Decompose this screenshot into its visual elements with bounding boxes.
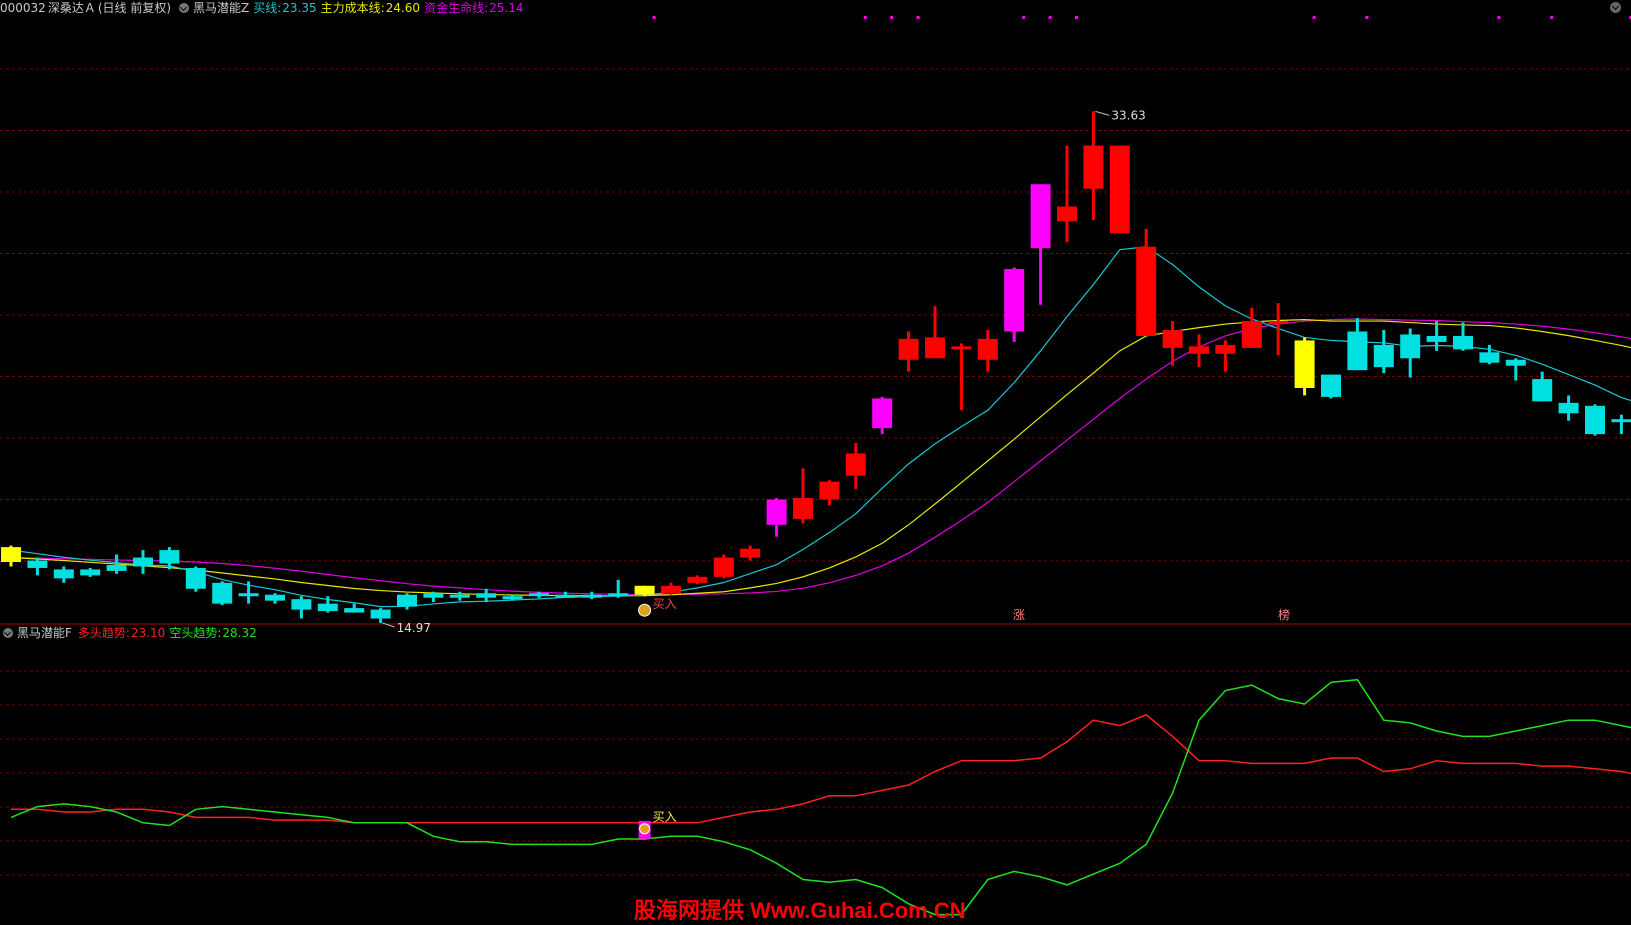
candle-body	[370, 609, 391, 619]
candle-body	[397, 594, 417, 607]
candle-body	[793, 498, 813, 519]
candle-body	[713, 557, 734, 577]
candle-body	[238, 593, 259, 597]
candle-body	[687, 576, 708, 583]
candle-body	[1136, 246, 1157, 336]
candle-body	[1479, 352, 1500, 363]
candle-body	[951, 346, 972, 350]
candle-body	[529, 593, 549, 597]
candle-body	[133, 557, 153, 567]
candle-body	[1585, 405, 1605, 435]
candle-body	[1162, 330, 1183, 348]
top-signal-dot	[916, 16, 920, 19]
candle-body	[1373, 344, 1394, 368]
stock-chart-window: 000032 深桑达Ａ (日线 前复权) 黑马潜能Z 买线: 23.35 主力成…	[0, 0, 1631, 925]
candle-body	[977, 338, 998, 360]
candle-body	[1057, 206, 1077, 222]
candle-body	[898, 338, 919, 360]
candle-body	[1453, 335, 1473, 350]
candle-body	[925, 337, 945, 359]
candle-body	[661, 585, 681, 594]
top-signal-dot	[1550, 16, 1554, 19]
candle-body	[1241, 321, 1262, 348]
candle-body	[344, 608, 365, 613]
top-signal-dot	[890, 16, 894, 19]
buy-line-series	[10, 246, 1631, 608]
candle-body	[1189, 346, 1209, 354]
top-signal-dot	[863, 16, 867, 19]
candle-body	[1426, 335, 1447, 342]
candle-body	[106, 564, 127, 571]
top-signal-dot	[1075, 16, 1078, 19]
candle-body	[502, 596, 523, 600]
low-price-label: 14.97	[397, 621, 431, 635]
top-signal-dot	[1497, 16, 1501, 19]
candle-body	[27, 560, 48, 568]
candle-body	[581, 594, 602, 598]
candle-body	[1215, 344, 1236, 354]
candle-body	[872, 398, 893, 429]
chart-canvas[interactable]: 33.6314.97买入涨 榜买入	[0, 0, 1631, 925]
candle-body	[449, 594, 470, 598]
candle-body	[212, 582, 233, 604]
top-signal-dot	[1022, 16, 1026, 19]
top-signal-dot	[1312, 16, 1316, 19]
candle-body	[1004, 269, 1025, 332]
money-bag-icon	[639, 823, 651, 835]
candle-body	[819, 481, 840, 500]
candle-body	[845, 453, 866, 476]
candle-body	[1347, 331, 1368, 371]
high-price-label: 33.63	[1111, 108, 1145, 122]
candle-body	[1321, 374, 1341, 397]
sub-buy-signal-label: 买入	[653, 810, 677, 824]
candle-body	[634, 585, 655, 595]
candle-body	[1083, 145, 1104, 189]
candle-body	[80, 569, 101, 576]
candle-body	[555, 594, 576, 598]
money-bag-icon	[638, 603, 652, 617]
candle-body	[291, 599, 312, 610]
candle-body	[317, 603, 338, 612]
candle-body	[1505, 359, 1526, 366]
candle-body	[265, 594, 285, 601]
candle-body	[159, 550, 180, 564]
candle-body	[1030, 184, 1051, 249]
high-label-pointer	[1095, 110, 1110, 116]
candle-body	[1532, 379, 1553, 402]
candle-body	[608, 593, 629, 597]
candle-body	[1, 547, 21, 562]
candle-body	[1294, 340, 1315, 388]
candle-body	[1268, 321, 1289, 325]
event-bang-label: 榜	[1278, 607, 1290, 622]
watermark-text: 股海网提供 Www.Guhai.Com.CN	[634, 898, 966, 923]
candle-body	[1558, 402, 1579, 414]
short-trend-series	[10, 678, 1631, 916]
top-signal-dot	[1048, 16, 1052, 19]
candle-body	[423, 593, 444, 598]
candle-body	[185, 567, 206, 589]
candle-body	[740, 548, 761, 558]
top-signal-dot	[652, 16, 656, 19]
candle-body	[476, 593, 497, 598]
candle-body	[1400, 334, 1421, 359]
candle-body	[1109, 145, 1130, 234]
candle-body	[1611, 419, 1631, 423]
top-signal-dot	[1365, 16, 1369, 19]
candle-body	[766, 499, 787, 525]
candle-body	[53, 569, 74, 579]
buy-signal-label: 买入	[653, 597, 677, 611]
event-zhang-label: 涨	[1013, 607, 1025, 622]
